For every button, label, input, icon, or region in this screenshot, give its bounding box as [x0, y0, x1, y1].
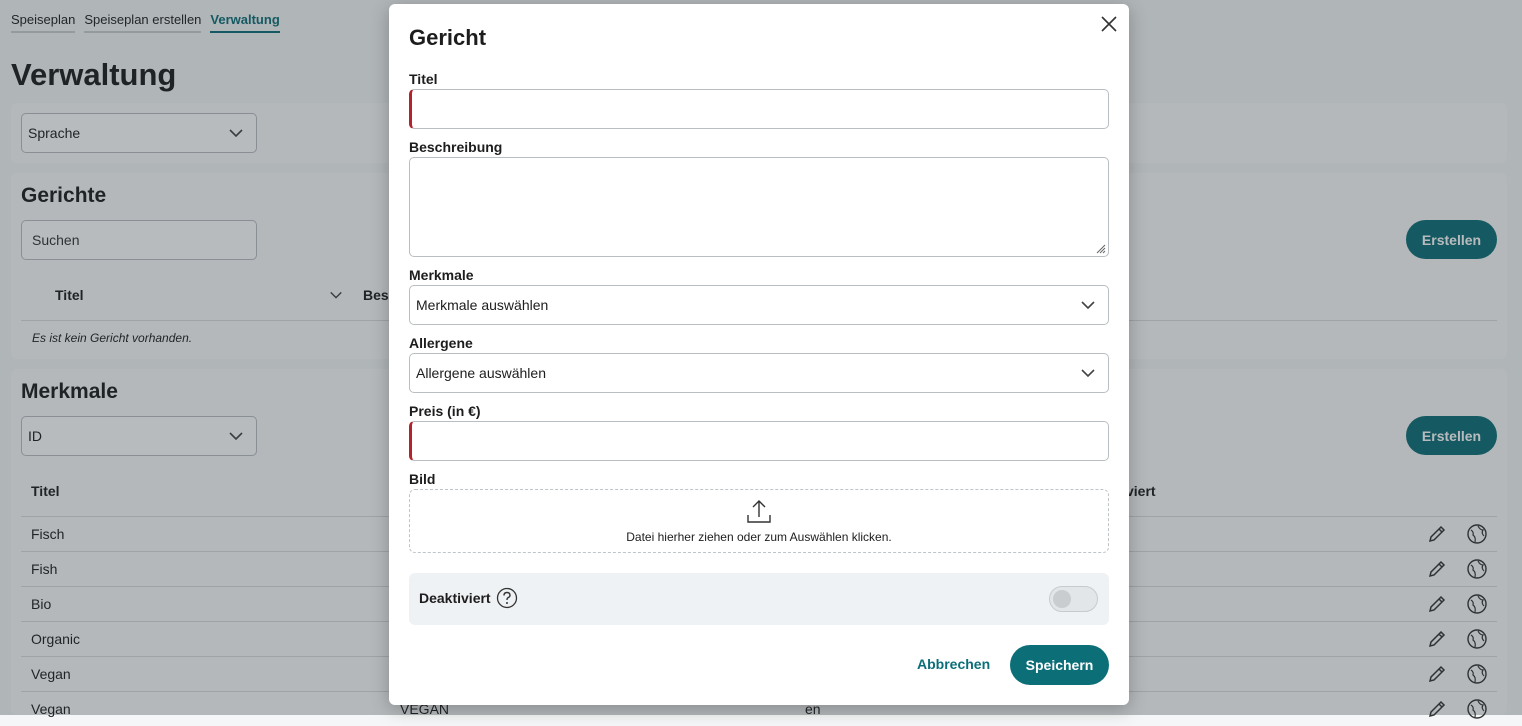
description-textarea[interactable]	[409, 157, 1109, 257]
toggle-knob	[1053, 590, 1071, 608]
features-multiselect[interactable]: Merkmale auswählen	[409, 285, 1109, 325]
dialog-title: Gericht	[409, 25, 487, 50]
close-icon[interactable]	[1099, 14, 1119, 34]
image-dropzone[interactable]: Datei hierher ziehen oder zum Auswählen …	[409, 489, 1109, 553]
cancel-button[interactable]: Abbrechen	[917, 656, 990, 672]
features-placeholder: Merkmale auswählen	[416, 297, 549, 313]
chevron-down-icon	[1081, 369, 1095, 378]
deactivated-row: Deaktiviert	[409, 573, 1109, 625]
description-label: Beschreibung	[409, 139, 503, 155]
dropzone-text: Datei hierher ziehen oder zum Auswählen …	[626, 530, 892, 544]
deactivated-toggle[interactable]	[1049, 586, 1098, 612]
help-icon[interactable]	[496, 587, 518, 609]
allergens-placeholder: Allergene auswählen	[416, 365, 546, 381]
dish-dialog: Gericht Titel Beschreibung Merkmale Merk…	[389, 4, 1129, 705]
title-label: Titel	[409, 71, 438, 87]
features-label: Merkmale	[409, 267, 474, 283]
allergens-multiselect[interactable]: Allergene auswählen	[409, 353, 1109, 393]
allergens-label: Allergene	[409, 335, 473, 351]
title-input[interactable]	[409, 89, 1109, 129]
price-input[interactable]	[409, 421, 1109, 461]
image-label: Bild	[409, 471, 436, 487]
upload-icon	[747, 500, 771, 523]
chevron-down-icon	[1081, 301, 1095, 310]
resize-grip-icon[interactable]	[1094, 242, 1106, 254]
deactivated-label: Deaktiviert	[419, 590, 491, 606]
save-button[interactable]: Speichern	[1010, 645, 1109, 685]
price-label: Preis (in €)	[409, 403, 481, 419]
